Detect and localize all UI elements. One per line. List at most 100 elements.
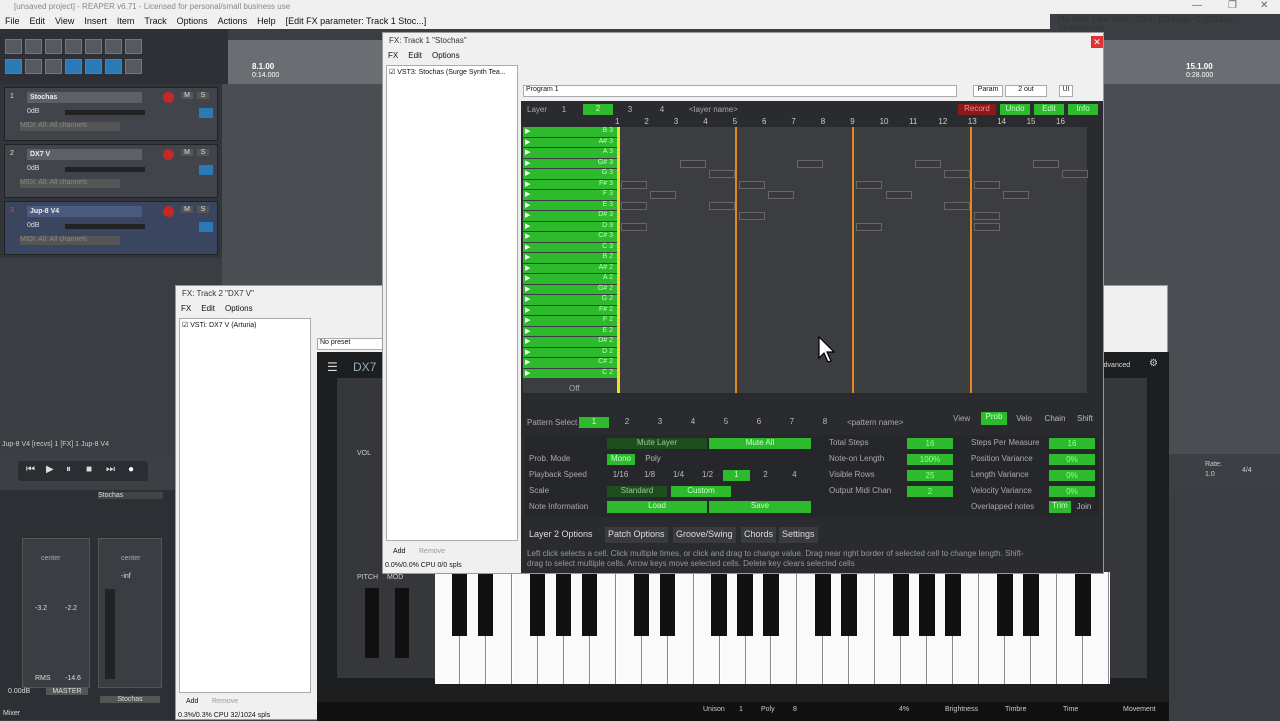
poly-value[interactable]: 8: [793, 706, 797, 713]
row-play-icon[interactable]: ▶: [525, 264, 530, 272]
row-play-icon[interactable]: ▶: [525, 316, 530, 324]
note-row-label[interactable]: ▶ F 3: [523, 190, 617, 200]
note-row-label[interactable]: ▶ G# 3: [523, 158, 617, 168]
row-play-icon[interactable]: ▶: [525, 348, 530, 356]
checkbox-icon[interactable]: ☑: [389, 69, 395, 76]
view-velo-button[interactable]: Velo: [1011, 414, 1037, 423]
envelope-icon[interactable]: [45, 59, 62, 74]
note-cell[interactable]: [768, 191, 794, 199]
menu-view[interactable]: View: [55, 16, 74, 26]
note-cell[interactable]: [709, 201, 736, 210]
visible-rows-value[interactable]: 25: [907, 470, 953, 481]
close-icon[interactable]: ✕: [1091, 36, 1103, 48]
tab-groove-swing[interactable]: Groove/Swing: [673, 527, 736, 543]
menu-actions[interactable]: Actions: [218, 16, 248, 26]
param-button[interactable]: Param: [973, 85, 1003, 97]
menu-help[interactable]: Help: [257, 16, 276, 26]
row-play-icon[interactable]: ▶: [525, 222, 530, 230]
position-variance-value[interactable]: 0%: [1049, 454, 1095, 465]
tab-patch-options[interactable]: Patch Options: [605, 527, 668, 543]
row-play-icon[interactable]: ▶: [525, 127, 530, 135]
track-2[interactable]: 2 DX7 V M S 0dB MIDI: All: All channels: [4, 144, 218, 198]
save-button[interactable]: Save: [709, 501, 811, 513]
open-icon[interactable]: [45, 39, 62, 54]
pattern-name[interactable]: <pattern name>: [847, 418, 903, 427]
speed-button[interactable]: 1/4: [665, 470, 692, 481]
note-row-label[interactable]: ▶ E 2: [523, 326, 617, 336]
fx-button[interactable]: [199, 222, 213, 232]
row-play-icon[interactable]: ▶: [525, 148, 530, 156]
note-cell[interactable]: [797, 159, 824, 168]
note-cell[interactable]: [856, 222, 883, 231]
pattern-5-button[interactable]: 5: [711, 417, 741, 428]
loop-icon[interactable]: [105, 59, 122, 74]
view-prob-button[interactable]: Prob: [981, 412, 1007, 425]
add-button[interactable]: Add: [186, 698, 198, 705]
midi-input-select[interactable]: MIDI: All: All channels: [20, 122, 120, 131]
black-key[interactable]: [945, 572, 961, 636]
piano-keyboard[interactable]: [435, 572, 1110, 684]
note-row-label[interactable]: ▶ C 2: [523, 368, 617, 378]
tab-layer-options[interactable]: Layer 2 Options: [529, 529, 593, 539]
track-name[interactable]: Jup-8 V4: [27, 206, 142, 217]
layer-3-button[interactable]: 3: [617, 105, 643, 114]
settings-icon[interactable]: [65, 39, 82, 54]
pitch-wheel[interactable]: [365, 588, 379, 658]
fx-button[interactable]: [199, 108, 213, 118]
note-cell[interactable]: [621, 201, 647, 210]
black-key[interactable]: [737, 572, 753, 636]
redo-icon[interactable]: [105, 39, 122, 54]
speed-button[interactable]: 1/16: [607, 470, 634, 481]
standard-button[interactable]: Standard: [607, 486, 667, 497]
row-play-icon[interactable]: ▶: [525, 274, 530, 282]
note-row-label[interactable]: ▶ F 2: [523, 316, 617, 326]
go-start-icon[interactable]: ⏮: [26, 464, 35, 475]
steps-per-measure-value[interactable]: 16: [1049, 438, 1095, 449]
fx-menu-options[interactable]: Options: [225, 304, 253, 313]
close-icon[interactable]: ✕: [1260, 0, 1268, 11]
grouping-icon[interactable]: [65, 59, 82, 74]
track-volume[interactable]: 0dB: [27, 165, 39, 172]
note-row-label[interactable]: ▶ D 2: [523, 347, 617, 357]
crossfade-icon[interactable]: [125, 59, 142, 74]
speed-button[interactable]: 2: [752, 470, 779, 481]
row-play-icon[interactable]: ▶: [525, 232, 530, 240]
menu-track[interactable]: Track: [144, 16, 166, 26]
speed-button[interactable]: 1: [723, 470, 750, 481]
output-select[interactable]: 2 out: [1005, 85, 1047, 97]
note-cell[interactable]: [621, 222, 647, 231]
midi-chan-value[interactable]: 2: [907, 486, 953, 497]
maximize-icon[interactable]: ❐: [1228, 0, 1237, 11]
master-volume[interactable]: 0.00dB: [8, 688, 30, 695]
remove-button[interactable]: Remove: [212, 698, 238, 705]
black-key[interactable]: [763, 572, 779, 636]
volume-fader[interactable]: [65, 224, 145, 229]
note-row-label[interactable]: ▶ A 2: [523, 274, 617, 284]
note-cell[interactable]: [650, 191, 677, 199]
speed-button[interactable]: 1/2: [694, 470, 721, 481]
record-arm-button[interactable]: [163, 206, 174, 217]
row-play-icon[interactable]: ▶: [525, 211, 530, 219]
track-1[interactable]: 1 Stochas M S 0dB MIDI: All: All channel…: [4, 87, 218, 141]
row-play-icon[interactable]: ▶: [525, 180, 530, 188]
metronome-icon[interactable]: [125, 39, 142, 54]
black-key[interactable]: [815, 572, 831, 636]
note-row-label[interactable]: ▶ G 3: [523, 169, 617, 179]
go-end-icon[interactable]: ⏭: [106, 464, 115, 475]
view-chain-button[interactable]: Chain: [1041, 414, 1069, 423]
pattern-3-button[interactable]: 3: [645, 417, 675, 428]
track-3[interactable]: 3 Jup-8 V4 M S 0dB MIDI: All: All channe…: [4, 201, 218, 255]
midi-input-select[interactable]: MIDI: All: All channels: [20, 179, 120, 188]
note-row-label[interactable]: ▶ A# 2: [523, 263, 617, 273]
note-row-label[interactable]: ▶ B 3: [523, 127, 617, 137]
layer-2-button[interactable]: 2: [583, 104, 613, 115]
black-key[interactable]: [659, 572, 676, 636]
checkbox-icon[interactable]: ☑: [182, 322, 188, 329]
menu-options[interactable]: Options: [177, 16, 208, 26]
row-play-icon[interactable]: ▶: [525, 190, 530, 198]
mixer-tab[interactable]: Mixer: [3, 710, 20, 717]
preset-select[interactable]: Program 1: [523, 85, 957, 97]
note-row-label[interactable]: ▶ G 2: [523, 295, 617, 305]
note-row-label[interactable]: ▶ E 3: [523, 200, 617, 210]
note-cell[interactable]: [1032, 159, 1059, 168]
